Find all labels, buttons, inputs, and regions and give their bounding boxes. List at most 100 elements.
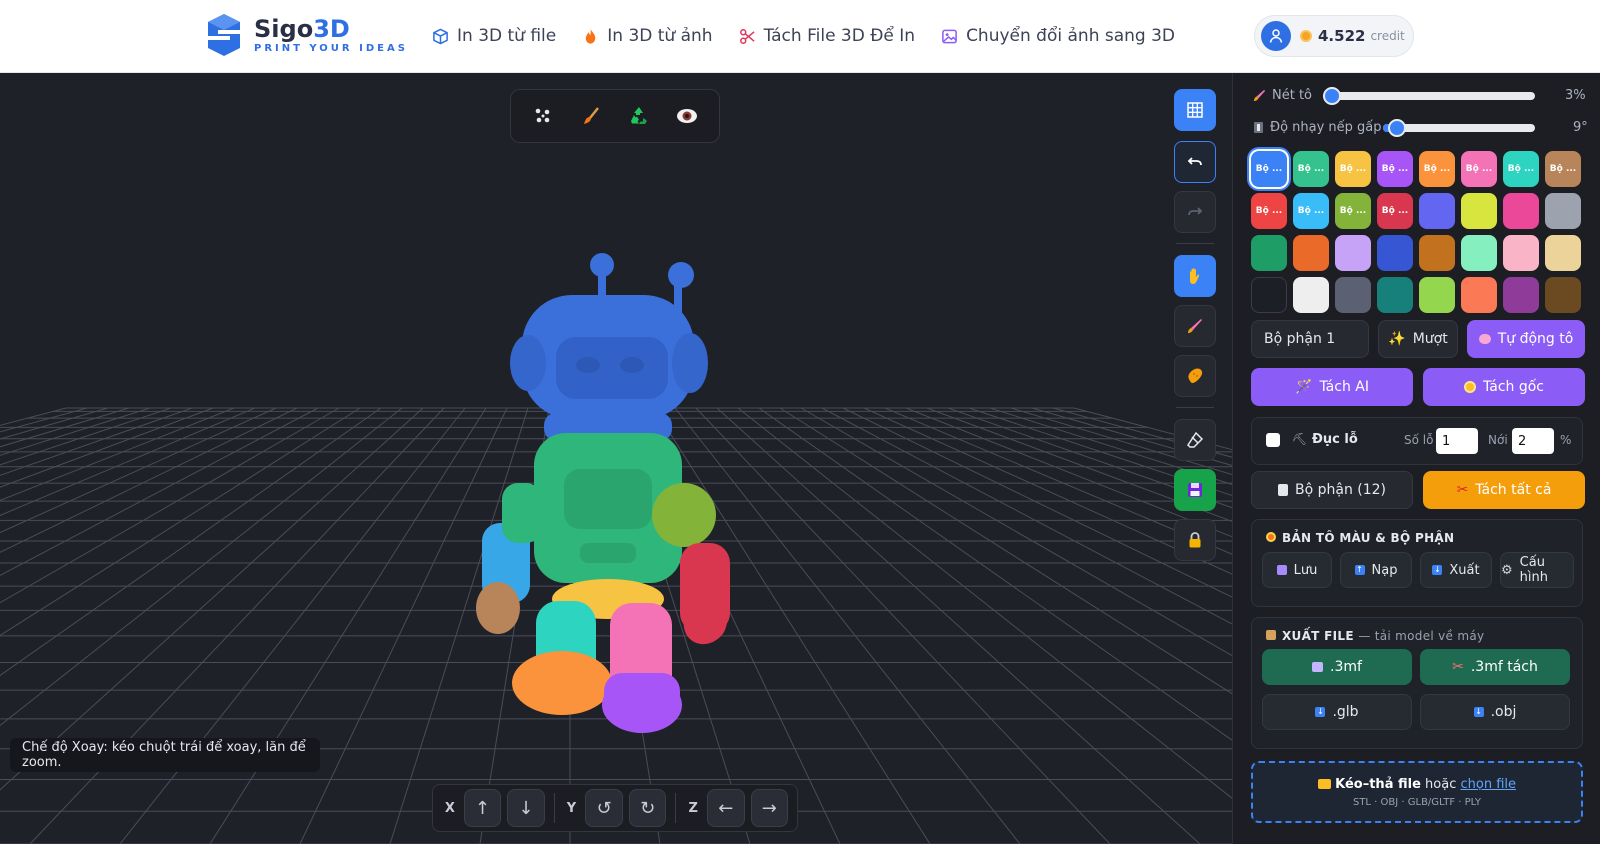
export-3mf-split-button[interactable]: ✂ .3mf tách <box>1420 649 1570 685</box>
axis-rotation-bar: X ↑ ↓ Y ↺ ↻ Z ← → <box>432 784 798 832</box>
file-dropzone[interactable]: Kéo–thả file hoặc chọn file STL · OBJ · … <box>1251 761 1583 823</box>
color-map-title: BẢN TÔ MÀU & BỘ PHẬN <box>1282 531 1455 545</box>
y-rotate-cw-button[interactable]: ↻ <box>628 789 667 827</box>
color-swatch[interactable] <box>1293 235 1329 271</box>
color-swatch[interactable]: Bộ ... <box>1293 151 1329 187</box>
export-obj-button[interactable]: ↓ .obj <box>1420 694 1570 730</box>
brush-size-knob[interactable] <box>1323 87 1341 105</box>
color-swatch[interactable]: Bộ ... <box>1293 193 1329 229</box>
part-name-field[interactable]: Bộ phận 1 <box>1251 320 1369 358</box>
color-swatch[interactable] <box>1461 277 1497 313</box>
color-swatch[interactable] <box>1419 193 1455 229</box>
expand-input[interactable]: 2 <box>1512 428 1554 454</box>
color-swatch[interactable] <box>1419 235 1455 271</box>
color-swatch[interactable]: Bộ ... <box>1377 193 1413 229</box>
color-swatch[interactable] <box>1419 277 1455 313</box>
color-swatch[interactable]: Bộ ... <box>1503 151 1539 187</box>
color-swatch[interactable]: Bộ ... <box>1545 151 1581 187</box>
color-swatch[interactable] <box>1503 277 1539 313</box>
color-swatch[interactable] <box>1251 235 1287 271</box>
lock-button[interactable] <box>1174 519 1216 561</box>
color-swatch[interactable] <box>1377 235 1413 271</box>
export-glb-button[interactable]: ↓ .glb <box>1262 694 1412 730</box>
nav-print-from-image[interactable]: In 3D từ ảnh <box>582 22 713 50</box>
color-swatch[interactable] <box>1503 193 1539 229</box>
drill-hole-checkbox[interactable] <box>1266 433 1280 447</box>
crease-sensitivity-value: 9° <box>1573 120 1588 135</box>
eye-icon <box>677 109 697 123</box>
brush-tool-button[interactable] <box>1174 305 1216 347</box>
view-toolbar <box>510 89 720 143</box>
paint-brush-tool-button[interactable] <box>573 98 609 134</box>
user-avatar[interactable] <box>1261 21 1291 51</box>
color-swatch[interactable] <box>1545 193 1581 229</box>
crease-sensitivity-knob[interactable] <box>1387 119 1406 137</box>
logo[interactable]: Sigo3D PRINT YOUR IDEAS <box>204 12 408 58</box>
credit-badge[interactable]: 4.522 credit <box>1254 15 1414 57</box>
color-swatch[interactable]: Bộ ... <box>1461 151 1497 187</box>
color-swatch[interactable]: Bộ ... <box>1377 151 1413 187</box>
color-map-card: BẢN TÔ MÀU & BỘ PHẬN Lưu ↑ Nạp ↓ Xuất ⚙ … <box>1251 519 1583 607</box>
auto-paint-button[interactable]: Tự động tô <box>1467 320 1585 358</box>
scatter-tool-button[interactable] <box>525 98 561 134</box>
eraser-button[interactable] <box>1174 419 1216 461</box>
nav-print-from-file[interactable]: In 3D từ file <box>432 22 556 50</box>
smooth-button[interactable]: ✨ Mượt <box>1378 320 1458 358</box>
x-up-button[interactable]: ↑ <box>463 789 502 827</box>
sponge-icon <box>1188 368 1203 384</box>
pan-hand-button[interactable] <box>1174 255 1216 297</box>
color-swatch[interactable]: Bộ ... <box>1251 193 1287 229</box>
color-swatch[interactable]: Bộ ... <box>1335 151 1371 187</box>
split-all-button[interactable]: ✂ Tách tất cả <box>1423 471 1585 509</box>
y-rotate-ccw-button[interactable]: ↺ <box>585 789 623 827</box>
axis-x-label: X <box>444 800 455 816</box>
z-right-button[interactable]: → <box>750 789 789 827</box>
color-swatch[interactable]: Bộ ... <box>1419 151 1455 187</box>
crease-icon <box>1254 122 1263 133</box>
choose-file-link[interactable]: chọn file <box>1461 777 1517 792</box>
color-swatch[interactable] <box>1461 235 1497 271</box>
save-model-button[interactable] <box>1174 469 1216 511</box>
download-icon: ↓ <box>1432 565 1443 575</box>
color-swatch[interactable] <box>1293 277 1329 313</box>
nav-split-3d-file[interactable]: Tách File 3D Để In <box>739 22 915 50</box>
top-header: Sigo3D PRINT YOUR IDEAS In 3D từ file In… <box>0 0 1600 73</box>
split-original-button[interactable]: Tách gốc <box>1423 368 1585 406</box>
parts-list-button[interactable]: Bộ phận (12) <box>1251 471 1413 509</box>
color-swatch[interactable] <box>1377 277 1413 313</box>
config-map-button[interactable]: ⚙ Cấu hình <box>1500 552 1574 588</box>
color-swatch[interactable]: Bộ ... <box>1335 193 1371 229</box>
recycle-tool-button[interactable] <box>621 98 657 134</box>
x-down-button[interactable]: ↓ <box>507 789 545 827</box>
paint-panel: Nét tô 3% Độ nhạy nếp gấp 9° Bộ ... Bộ ..… <box>1232 73 1600 844</box>
drop-bold-text: Kéo–thả file <box>1335 777 1421 792</box>
color-swatch[interactable] <box>1251 277 1287 313</box>
hand-icon <box>1190 268 1200 284</box>
load-map-button[interactable]: ↑ Nạp <box>1340 552 1412 588</box>
color-swatch[interactable] <box>1545 235 1581 271</box>
eye-view-button[interactable] <box>669 98 705 134</box>
floppy-disk-icon <box>1188 483 1202 497</box>
grid-toggle-button[interactable] <box>1174 89 1216 131</box>
fill-tool-button[interactable] <box>1174 355 1216 397</box>
undo-button[interactable] <box>1174 141 1216 183</box>
brush-size-slider[interactable] <box>1323 87 1535 105</box>
color-swatch[interactable] <box>1503 235 1539 271</box>
split-ai-button[interactable]: 🪄 Tách AI <box>1251 368 1413 406</box>
hole-count-input[interactable]: 1 <box>1436 428 1478 454</box>
crease-sensitivity-slider[interactable] <box>1383 119 1535 137</box>
image-icon <box>942 29 957 43</box>
color-swatch[interactable] <box>1461 193 1497 229</box>
color-swatch[interactable] <box>1335 277 1371 313</box>
z-left-button[interactable]: ← <box>707 789 745 827</box>
color-swatch[interactable]: Bộ ... <box>1251 151 1287 187</box>
export-3mf-button[interactable]: .3mf <box>1262 649 1412 685</box>
redo-button[interactable] <box>1174 191 1216 233</box>
save-map-button[interactable]: Lưu <box>1262 552 1332 588</box>
credit-unit: credit <box>1370 29 1405 43</box>
color-swatch[interactable] <box>1545 277 1581 313</box>
color-swatch[interactable] <box>1335 235 1371 271</box>
nav-image-to-3d[interactable]: Chuyển đổi ảnh sang 3D <box>941 22 1175 50</box>
export-map-button[interactable]: ↓ Xuất <box>1420 552 1492 588</box>
3d-viewport[interactable]: Chế độ Xoay: kéo chuột trái để xoay, lăn… <box>0 73 1232 844</box>
